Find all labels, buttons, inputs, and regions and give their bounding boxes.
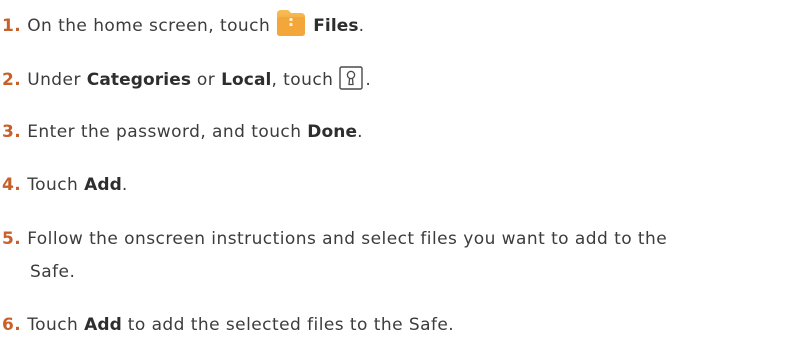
step-text: Enter the password, and touch [27, 122, 308, 142]
step-4: 4. Touch Add. [2, 175, 128, 195]
files-app-icon [274, 8, 308, 38]
step-text: Touch [27, 175, 85, 195]
step-text-end: . [358, 16, 365, 36]
step-2: 2. Under Categories or Local, touch . [2, 66, 371, 90]
step-text: Touch [27, 315, 85, 335]
step-text-end: . [365, 70, 372, 90]
categories-label: Categories [86, 70, 192, 90]
step-6: 6. Touch Add to add the selected files to… [2, 315, 454, 335]
local-label: Local [221, 70, 272, 90]
step-number: 3. [2, 122, 22, 142]
step-text-end: . [357, 122, 363, 142]
step-number: 5. [2, 229, 22, 249]
step-number: 1. [2, 16, 22, 36]
step-number: 4. [2, 175, 22, 195]
add-label: Add [84, 175, 122, 195]
step-3: 3. Enter the password, and touch Done. [2, 122, 363, 142]
safe-keyhole-icon [339, 66, 364, 90]
step-5-continuation: Safe. [30, 262, 75, 282]
step-text-end: to add the selected files to the Safe. [121, 315, 455, 335]
step-text: , touch [271, 70, 334, 90]
step-text: Follow the onscreen instructions and sel… [27, 229, 668, 249]
step-5: 5. Follow the onscreen instructions and s… [2, 229, 667, 249]
step-text-end: . [121, 175, 128, 195]
step-text: On the home screen, touch [27, 16, 271, 36]
step-number: 6. [2, 315, 22, 335]
files-label: Files [313, 16, 359, 36]
done-label: Done [307, 122, 358, 142]
step-number: 2. [2, 70, 22, 90]
step-text: Under [27, 70, 87, 90]
step-1: 1. On the home screen, touch Files. [2, 8, 364, 38]
step-text: or [191, 70, 222, 90]
add-label: Add [84, 315, 122, 335]
step-text: Safe. [30, 262, 76, 282]
